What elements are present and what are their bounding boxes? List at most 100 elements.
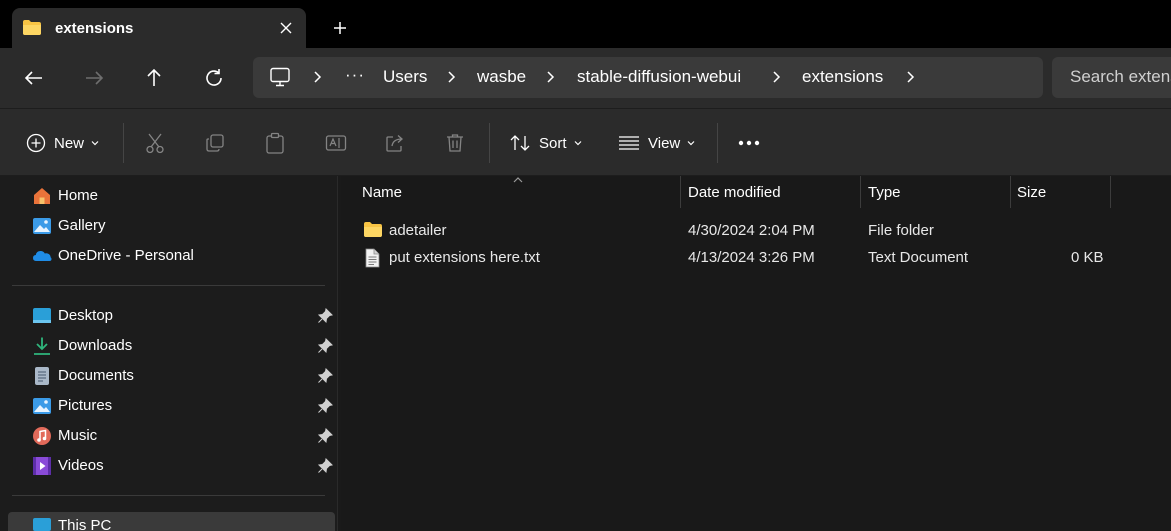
plus-circle-icon [26,133,46,153]
sidebar-item-label: Pictures [58,397,113,414]
gallery-icon [32,216,52,236]
column-header-name[interactable]: Name [362,184,402,201]
sidebar-item-downloads[interactable]: Downloads [32,333,333,359]
sidebar-divider [12,285,325,286]
sidebar-item-label: Home [58,187,99,204]
column-divider[interactable] [860,176,861,208]
pin-icon[interactable] [317,338,333,354]
column-header-size[interactable]: Size [1017,184,1046,201]
sidebar-item-music[interactable]: Music [32,423,333,449]
file-name: adetailer [389,222,447,239]
view-button[interactable]: View [618,109,696,177]
pin-icon[interactable] [317,428,333,444]
pin-icon[interactable] [317,458,333,474]
pin-icon[interactable] [317,368,333,384]
scissors-icon [145,132,165,154]
share-icon [385,133,405,153]
file-size: 0 KB [1071,249,1104,266]
this-pc-icon [32,516,52,531]
sidebar-item-label: Documents [58,367,134,384]
refresh-icon[interactable] [202,66,226,90]
column-divider[interactable] [1110,176,1111,208]
column-divider[interactable] [1010,176,1011,208]
sidebar-item-label: Downloads [58,337,133,354]
paste-button[interactable] [265,109,285,177]
pin-icon[interactable] [317,308,333,324]
sidebar-item-videos[interactable]: Videos [32,453,333,479]
sidebar-item-label: Gallery [58,217,106,234]
sidebar-item-desktop[interactable]: Desktop [32,303,333,329]
breadcrumb-extensions[interactable]: extensions [802,67,883,87]
tab-title: extensions [55,20,134,37]
column-header-type[interactable]: Type [868,184,901,201]
chevron-right-icon[interactable] [444,70,458,84]
more-options-button[interactable] [738,109,760,177]
file-date: 4/13/2024 3:26 PM [688,249,815,266]
share-button[interactable] [385,109,405,177]
chevron-right-icon[interactable] [903,70,917,84]
sidebar-item-label: This PC [58,517,112,531]
videos-icon [32,456,52,476]
address-bar[interactable]: ··· Users wasbe stable-diffusion-webui e… [253,57,1043,98]
rename-button[interactable] [325,109,347,177]
view-list-icon [618,135,640,151]
sidebar-item-gallery[interactable]: Gallery [32,213,332,239]
tab-extensions[interactable]: extensions [12,8,306,48]
sidebar-item-this-pc[interactable]: This PC [32,513,332,531]
computer-icon[interactable] [269,67,291,87]
rename-icon [325,133,347,153]
breadcrumb-stable-diffusion-webui[interactable]: stable-diffusion-webui [577,67,741,87]
breadcrumb-overflow[interactable]: ··· [345,65,365,85]
column-divider[interactable] [680,176,681,208]
file-list: Name Date modified Type Size adetailer 4… [341,176,1171,531]
pictures-icon [32,396,52,416]
delete-button[interactable] [445,109,465,177]
column-header-date[interactable]: Date modified [688,184,781,201]
back-arrow-icon[interactable] [22,66,46,90]
sidebar-divider [12,495,325,496]
up-arrow-icon[interactable] [142,66,166,90]
plus-icon[interactable] [330,18,350,38]
navigation-pane: Home Gallery OneDrive - Personal Desktop… [0,176,337,531]
chevron-right-icon[interactable] [769,70,783,84]
toolbar-divider [123,123,124,163]
sidebar-item-label: Music [58,427,98,444]
copy-icon [205,133,225,153]
breadcrumb-wasbe[interactable]: wasbe [477,67,526,87]
toolbar-divider [489,123,490,163]
sidebar-item-pictures[interactable]: Pictures [32,393,333,419]
sort-button[interactable]: Sort [509,109,583,177]
chevron-right-icon[interactable] [543,70,557,84]
new-label: New [54,134,85,152]
sidebar-item-onedrive[interactable]: OneDrive - Personal [32,243,332,269]
sort-ascending-icon [512,176,524,184]
chevron-right-icon[interactable] [310,70,324,84]
search-input[interactable]: Search extensions [1052,57,1171,98]
folder-icon [363,221,383,238]
search-placeholder: Search extensions [1070,67,1171,86]
command-bar: New Sort View [0,108,1171,176]
forward-arrow-icon[interactable] [82,66,106,90]
document-icon [32,366,52,386]
new-button[interactable]: New [26,109,100,177]
cloud-icon [32,246,52,266]
chevron-down-icon [90,138,100,148]
sidebar-item-home[interactable]: Home [32,183,332,209]
breadcrumb-users[interactable]: Users [383,67,427,87]
table-row[interactable]: adetailer 4/30/2024 2:04 PM File folder [357,217,1117,243]
table-row[interactable]: put extensions here.txt 4/13/2024 3:26 P… [357,244,1117,270]
clipboard-icon [265,132,285,154]
sort-label: Sort [539,134,567,152]
view-label: View [648,134,681,152]
sidebar-item-label: Videos [58,457,104,474]
home-icon [32,186,52,206]
close-icon[interactable] [276,18,296,38]
copy-button[interactable] [205,109,225,177]
cut-button[interactable] [145,109,165,177]
chevron-down-icon [686,138,696,148]
download-icon [32,336,52,356]
file-type: Text Document [868,249,969,266]
sidebar-item-documents[interactable]: Documents [32,363,333,389]
pin-icon[interactable] [317,398,333,414]
file-name: put extensions here.txt [389,249,540,266]
